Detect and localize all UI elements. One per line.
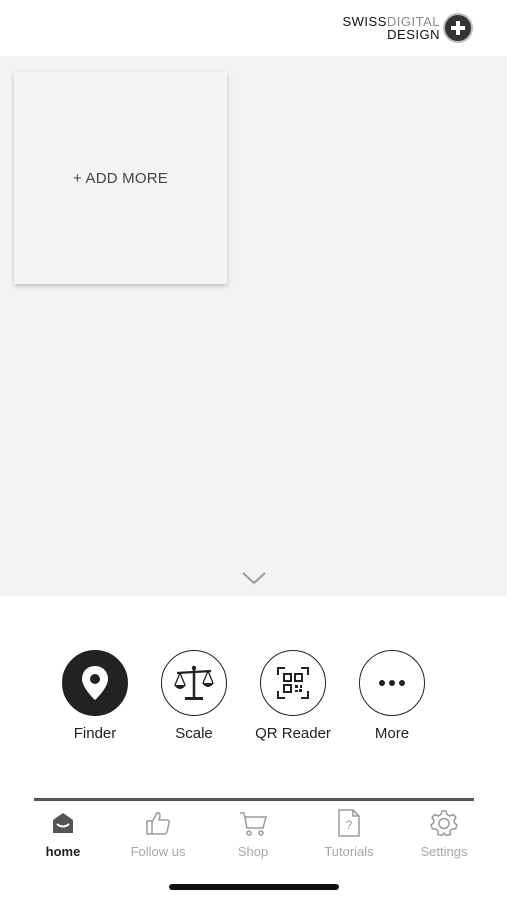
tab-home-label: home: [45, 844, 81, 859]
qr-reader-action[interactable]: QR Reader: [243, 650, 343, 742]
chevron-down-icon[interactable]: [241, 570, 267, 586]
cart-icon: [240, 812, 267, 836]
finder-action[interactable]: Finder: [45, 650, 145, 742]
app-header: SWISSDIGITAL DESIGN: [0, 0, 507, 56]
help-document-icon: ?: [338, 809, 360, 837]
tab-tutorials-label: Tutorials: [324, 844, 374, 859]
home-indicator: [169, 884, 339, 890]
location-pin-icon: [82, 666, 108, 700]
swiss-cross-icon: [443, 13, 473, 43]
scale-button[interactable]: [161, 650, 227, 716]
add-more-card[interactable]: + ADD MORE: [14, 72, 227, 284]
tab-bar-divider: [34, 798, 474, 801]
more-button[interactable]: [359, 650, 425, 716]
quick-actions: Finder Scale QR Reader More: [0, 650, 507, 750]
tab-settings-label: Settings: [420, 844, 468, 859]
logo-word-design: DESIGN: [387, 27, 440, 42]
widget-canvas: + ADD MORE: [0, 56, 507, 596]
qr-code-icon: [277, 667, 309, 699]
qr-reader-button[interactable]: [260, 650, 326, 716]
qr-reader-label: QR Reader: [255, 725, 331, 742]
scale-label: Scale: [175, 725, 213, 742]
more-action[interactable]: More: [342, 650, 442, 742]
gear-icon: [430, 810, 458, 837]
tab-shop-label: Shop: [237, 844, 269, 859]
tab-follow-us[interactable]: Follow us: [113, 806, 203, 859]
thumbs-up-icon: [146, 812, 170, 835]
svg-text:?: ?: [346, 818, 353, 832]
tab-home[interactable]: home: [18, 806, 108, 859]
add-more-label: + ADD MORE: [73, 169, 168, 187]
scale-action[interactable]: Scale: [144, 650, 244, 742]
tab-follow-us-label: Follow us: [130, 844, 186, 859]
tab-settings[interactable]: Settings: [399, 806, 489, 859]
finder-button[interactable]: [62, 650, 128, 716]
brand-logo: SWISSDIGITAL DESIGN: [342, 12, 473, 44]
tab-shop[interactable]: Shop: [208, 806, 298, 859]
finder-label: Finder: [73, 725, 117, 742]
scale-icon: [174, 665, 214, 700]
logo-word-swiss: SWISS: [342, 14, 387, 29]
tab-tutorials[interactable]: ? Tutorials: [304, 806, 394, 859]
more-label: More: [374, 725, 410, 742]
more-dots-icon: [379, 680, 405, 686]
home-icon: [53, 813, 73, 833]
